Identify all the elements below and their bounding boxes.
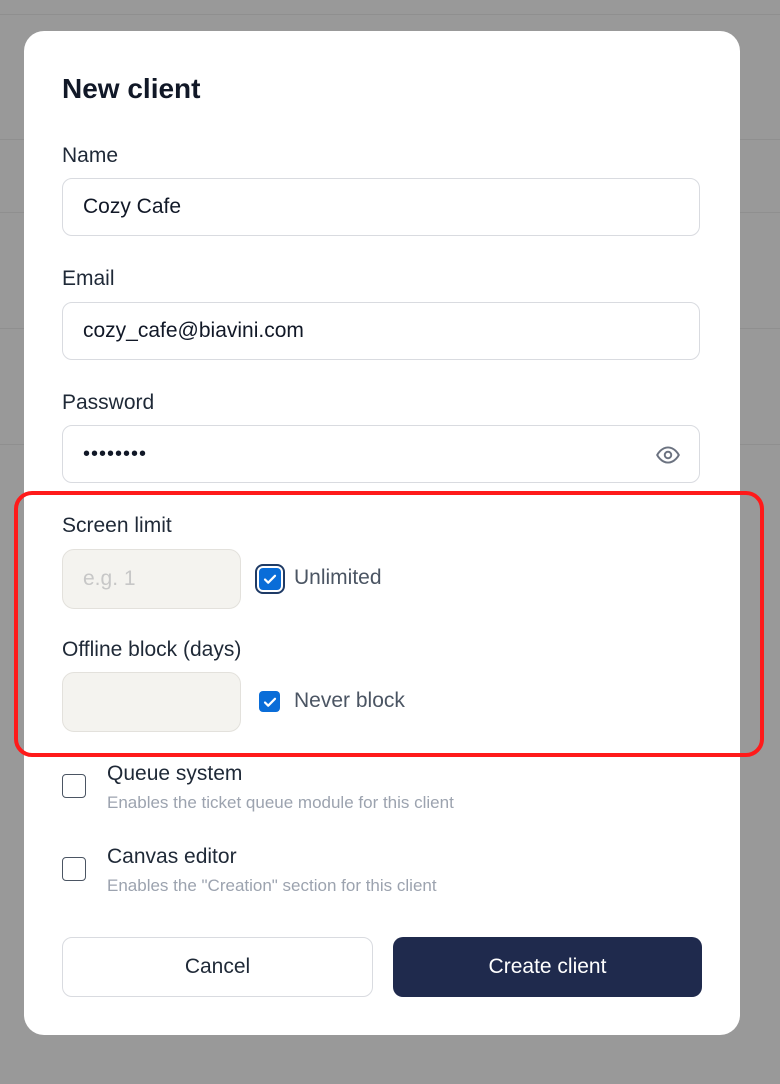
email-label: Email bbox=[62, 267, 115, 290]
name-label: Name bbox=[62, 144, 119, 167]
offline-block-label: Offline block (days) bbox=[62, 638, 242, 661]
dialog-title: New client bbox=[62, 73, 201, 104]
queue-system-description: Enables the ticket queue module for this… bbox=[107, 793, 454, 812]
email-input[interactable]: cozy_cafe@biavini.com bbox=[62, 302, 700, 360]
never-block-label[interactable]: Never block bbox=[294, 689, 405, 713]
canvas-editor-title[interactable]: Canvas editor bbox=[107, 845, 237, 869]
canvas-editor-checkbox[interactable] bbox=[62, 857, 86, 881]
offline-block-input[interactable] bbox=[62, 672, 241, 732]
email-input-value: cozy_cafe@biavini.com bbox=[83, 319, 304, 342]
never-block-checkbox[interactable] bbox=[259, 691, 280, 712]
background-divider bbox=[0, 14, 780, 15]
unlimited-label[interactable]: Unlimited bbox=[294, 566, 382, 590]
eye-icon[interactable] bbox=[655, 442, 681, 468]
queue-system-title[interactable]: Queue system bbox=[107, 762, 242, 786]
check-icon bbox=[263, 574, 277, 584]
canvas-editor-description: Enables the "Creation" section for this … bbox=[107, 876, 437, 895]
password-input[interactable]: •••••••• bbox=[62, 425, 700, 483]
password-label: Password bbox=[62, 391, 155, 414]
new-client-dialog: New client Name Cozy Cafe Email cozy_caf… bbox=[24, 31, 740, 1035]
unlimited-checkbox[interactable] bbox=[255, 564, 285, 594]
check-icon bbox=[263, 697, 276, 707]
name-input[interactable]: Cozy Cafe bbox=[62, 178, 700, 236]
screen-limit-input[interactable]: e.g. 1 bbox=[62, 549, 241, 609]
queue-system-checkbox[interactable] bbox=[62, 774, 86, 798]
cancel-button[interactable]: Cancel bbox=[62, 937, 373, 997]
screen-limit-label: Screen limit bbox=[62, 514, 172, 537]
name-input-value: Cozy Cafe bbox=[83, 195, 182, 218]
screen-limit-placeholder: e.g. 1 bbox=[83, 567, 136, 590]
password-input-value: •••••••• bbox=[83, 442, 148, 465]
create-client-button[interactable]: Create client bbox=[393, 937, 702, 997]
